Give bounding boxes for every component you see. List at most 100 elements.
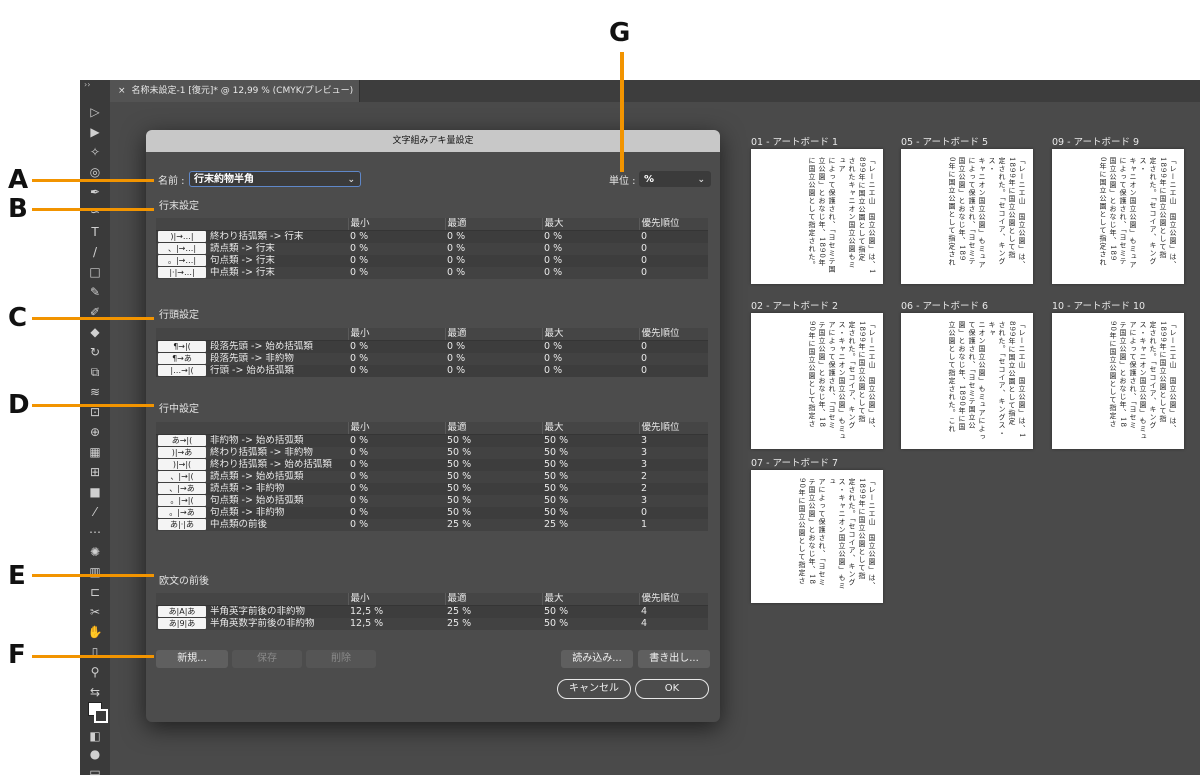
- priority-value[interactable]: 0: [639, 507, 708, 519]
- max-value[interactable]: 50 %: [542, 618, 639, 630]
- ok-button[interactable]: OK: [635, 679, 709, 699]
- table-row[interactable]: |…→|(行頭 -> 始め括弧類 0 % 0 % 0 % 0: [156, 365, 708, 377]
- table-row[interactable]: あ|A|あ 半角英字前後の非約物 12,5 % 25 % 50 % 4: [156, 605, 708, 618]
- cancel-button[interactable]: キャンセル: [557, 679, 631, 699]
- min-value[interactable]: 0 %: [348, 267, 445, 279]
- name-dropdown[interactable]: 行末約物半角 ⌄: [189, 171, 361, 187]
- max-value[interactable]: 0 %: [542, 353, 639, 365]
- artboard[interactable]: 「レーニエ山 国立公園」は、1899年に国立公園として指定された。「セコイア、キ…: [901, 313, 1033, 449]
- priority-value[interactable]: 0: [639, 243, 708, 255]
- min-value[interactable]: 0 %: [348, 434, 445, 447]
- lasso-tool-icon[interactable]: ◎: [84, 164, 106, 180]
- export-button[interactable]: 書き出し...: [638, 650, 710, 668]
- max-value[interactable]: 0 %: [542, 230, 639, 243]
- table-row[interactable]: 。|→あ 句点類 -> 非約物 0 % 50 % 50 % 0: [156, 507, 708, 519]
- min-value[interactable]: 0 %: [348, 471, 445, 483]
- priority-value[interactable]: 3: [639, 434, 708, 447]
- artboard-tool-icon[interactable]: ⊏: [84, 584, 106, 600]
- opt-value[interactable]: 50 %: [445, 447, 542, 459]
- min-value[interactable]: 12,5 %: [348, 605, 445, 618]
- max-value[interactable]: 50 %: [542, 495, 639, 507]
- toolbar-header[interactable]: ››: [80, 80, 110, 96]
- table-row[interactable]: 。|→|(句点類 -> 始め括弧類 0 % 50 % 50 % 3: [156, 495, 708, 507]
- opt-value[interactable]: 0 %: [445, 340, 542, 353]
- paintbrush-tool-icon[interactable]: ✎: [84, 284, 106, 300]
- document-tab[interactable]: × 名称未設定-1 [復元]* @ 12,99 % (CMYK/プレビュー): [110, 80, 360, 102]
- type-tool-icon[interactable]: T: [84, 224, 106, 240]
- artboard-title[interactable]: 05 - アートボード 5: [901, 134, 988, 148]
- load-button[interactable]: 読み込み...: [561, 650, 633, 668]
- max-value[interactable]: 50 %: [542, 507, 639, 519]
- opt-value[interactable]: 0 %: [445, 255, 542, 267]
- artboard[interactable]: 「レーニエ山 国立公園」は、1 899年に国立公園として指定 されたキャニオン国立公…: [751, 149, 883, 284]
- opt-value[interactable]: 25 %: [445, 618, 542, 630]
- delete-button[interactable]: 削除: [306, 650, 376, 668]
- opt-value[interactable]: 25 %: [445, 605, 542, 618]
- max-value[interactable]: 0 %: [542, 255, 639, 267]
- min-value[interactable]: 0 %: [348, 353, 445, 365]
- fill-stroke-swatch-icon[interactable]: [84, 702, 108, 724]
- artboard[interactable]: 「レーニエ山 国立公園」は、1899年に国立公園として指定された。「セコイア、キ…: [901, 149, 1033, 284]
- slice-tool-icon[interactable]: ✂: [84, 604, 106, 620]
- artboard-title[interactable]: 07 - アートボード 7: [751, 455, 838, 469]
- warp-tool-icon[interactable]: ≋: [84, 384, 106, 400]
- unit-dropdown[interactable]: % ⌄: [639, 171, 711, 187]
- opt-value[interactable]: 0 %: [445, 243, 542, 255]
- curvature-tool-icon[interactable]: ∽: [84, 204, 106, 220]
- artboard-title[interactable]: 02 - アートボード 2: [751, 298, 838, 312]
- table-row[interactable]: 、|→あ 読点類 -> 非約物 0 % 50 % 50 % 2: [156, 483, 708, 495]
- selection-tool-icon[interactable]: ▷: [84, 104, 106, 120]
- priority-value[interactable]: 3: [639, 495, 708, 507]
- direct-selection-tool-icon[interactable]: ▶: [84, 124, 106, 140]
- rectangle-tool-icon[interactable]: □: [84, 264, 106, 280]
- priority-value[interactable]: 3: [639, 459, 708, 471]
- table-row[interactable]: )|→|(終わり括弧類 -> 始め括弧類 0 % 50 % 50 % 3: [156, 459, 708, 471]
- opt-value[interactable]: 0 %: [445, 230, 542, 243]
- priority-value[interactable]: 4: [639, 618, 708, 630]
- symbol-sprayer-tool-icon[interactable]: ✺: [84, 544, 106, 560]
- table-row[interactable]: 、|→|(読点類 -> 始め括弧類 0 % 50 % 50 % 2: [156, 471, 708, 483]
- priority-value[interactable]: 1: [639, 519, 708, 531]
- table-row[interactable]: ¶→あ 段落先頭 -> 非約物 0 % 0 % 0 % 0: [156, 353, 708, 365]
- shape-builder-tool-icon[interactable]: ⊕: [84, 424, 106, 440]
- opt-value[interactable]: 50 %: [445, 459, 542, 471]
- color-mode-icon[interactable]: ◧: [84, 728, 106, 744]
- min-value[interactable]: 0 %: [348, 507, 445, 519]
- priority-value[interactable]: 0: [639, 255, 708, 267]
- opt-value[interactable]: 50 %: [445, 507, 542, 519]
- opt-value[interactable]: 0 %: [445, 365, 542, 377]
- artboard[interactable]: 「レーニエ山 国立公園」は、1899年に国立公園として指定された。「セコイア、キ…: [751, 313, 883, 449]
- max-value[interactable]: 50 %: [542, 459, 639, 471]
- table-row[interactable]: )|→あ 終わり括弧類 -> 非約物 0 % 50 % 50 % 3: [156, 447, 708, 459]
- eraser-tool-icon[interactable]: ◆: [84, 324, 106, 340]
- max-value[interactable]: 0 %: [542, 340, 639, 353]
- artboard-title[interactable]: 06 - アートボード 6: [901, 298, 988, 312]
- priority-value[interactable]: 0: [639, 353, 708, 365]
- opt-value[interactable]: 50 %: [445, 483, 542, 495]
- magic-wand-tool-icon[interactable]: ✧: [84, 144, 106, 160]
- line-tool-icon[interactable]: /: [84, 244, 106, 260]
- pen-tool-icon[interactable]: ✒: [84, 184, 106, 200]
- column-graph-tool-icon[interactable]: ▥: [84, 564, 106, 580]
- table-row[interactable]: あ→|(非約物 -> 始め括弧類 0 % 50 % 50 % 3: [156, 434, 708, 447]
- zoom-tool-icon[interactable]: ⚲: [84, 664, 106, 680]
- table-row[interactable]: ¶→|(段落先頭 -> 始め括弧類 0 % 0 % 0 % 0: [156, 340, 708, 353]
- artboard[interactable]: 「レーニエ山 国立公園」は、1899年に国立公園として指定された。「セコイア、キ…: [751, 470, 883, 603]
- opt-value[interactable]: 25 %: [445, 519, 542, 531]
- artboard[interactable]: 「レーニエ山 国立公園」は、1899年に国立公園として指定された。「セコイア、キ…: [1052, 149, 1184, 284]
- min-value[interactable]: 0 %: [348, 340, 445, 353]
- opt-value[interactable]: 0 %: [445, 353, 542, 365]
- gradient-tool-icon[interactable]: ■: [84, 484, 106, 500]
- table-row[interactable]: |·|→…| 中点類 -> 行末 0 % 0 % 0 % 0: [156, 267, 708, 279]
- opt-value[interactable]: 50 %: [445, 434, 542, 447]
- min-value[interactable]: 12,5 %: [348, 618, 445, 630]
- opt-value[interactable]: 50 %: [445, 471, 542, 483]
- min-value[interactable]: 0 %: [348, 447, 445, 459]
- scale-tool-icon[interactable]: ⧉: [84, 364, 106, 380]
- min-value[interactable]: 0 %: [348, 255, 445, 267]
- max-value[interactable]: 0 %: [542, 365, 639, 377]
- perspective-grid-tool-icon[interactable]: ▦: [84, 444, 106, 460]
- priority-value[interactable]: 4: [639, 605, 708, 618]
- artboard-title[interactable]: 01 - アートボード 1: [751, 134, 838, 148]
- swap-colors-icon[interactable]: ⇆: [84, 684, 106, 700]
